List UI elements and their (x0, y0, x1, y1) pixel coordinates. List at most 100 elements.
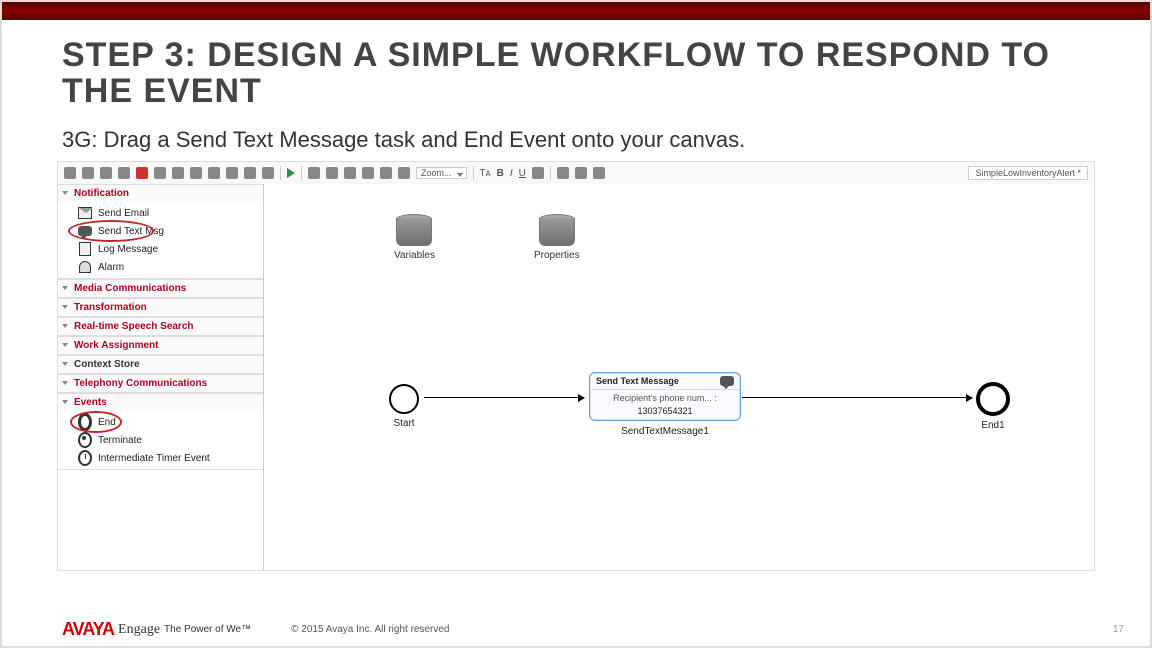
database-icon (539, 214, 575, 246)
node-label: End1 (976, 420, 1010, 431)
palette-sidebar: Notification Send Email Send Text Msg Lo… (58, 184, 264, 570)
palette-group-events: Events End Terminate Intermediate Timer … (58, 393, 263, 470)
bell-icon (78, 260, 92, 274)
palette-group-work: Work Assignment (58, 336, 263, 355)
task-node-label: SendTextMessage1 (590, 420, 740, 437)
toolbar-icon-9[interactable] (208, 167, 220, 179)
canvas-properties-ds[interactable]: Properties (534, 214, 580, 261)
palette-group-media: Media Communications (58, 279, 263, 298)
task-field-label: Recipient's phone num... : (590, 390, 740, 406)
palette-item-end[interactable]: End (58, 413, 263, 431)
palette-group-telephony: Telephony Communications (58, 374, 263, 393)
toolbar-separator-2 (301, 166, 302, 180)
palette-item-label: Send Email (98, 208, 149, 219)
palette-item-label: Log Message (98, 244, 158, 255)
border-icon[interactable] (575, 167, 587, 179)
palette-group-speech: Real-time Speech Search (58, 317, 263, 336)
slide-top-accent (2, 2, 1150, 20)
palette-item-alarm[interactable]: Alarm (58, 258, 263, 276)
palette-item-terminate[interactable]: Terminate (58, 431, 263, 449)
palette-item-label: Terminate (98, 435, 142, 446)
toolbar-icon-7[interactable] (172, 167, 184, 179)
tagline: The Power of We™ (164, 624, 251, 635)
palette-item-timer[interactable]: Intermediate Timer Event (58, 449, 263, 467)
underline-button[interactable]: U (519, 168, 526, 179)
slide-header: STEP 3: DESIGN A SIMPLE WORKFLOW TO RESP… (2, 20, 1150, 153)
palette-group-header[interactable]: Real-time Speech Search (58, 317, 263, 335)
workflow-designer-app: Zoom... Tᴀ B I U SimpleLowInventoryAlert… (57, 161, 1095, 571)
palette-group-header[interactable]: Transformation (58, 298, 263, 316)
datasource-label: Properties (534, 250, 580, 261)
palette-group-header[interactable]: Notification (58, 184, 263, 202)
toolbar-icon-10[interactable] (226, 167, 238, 179)
workflow-canvas[interactable]: Variables Properties Start Send Text Mes… (264, 184, 1094, 570)
palette-item-label: Intermediate Timer Event (98, 453, 210, 464)
toolbar-icon-stop[interactable] (136, 167, 148, 179)
slide: STEP 3: DESIGN A SIMPLE WORKFLOW TO RESP… (0, 0, 1152, 648)
palette-item-label: End (98, 417, 116, 428)
palette-group-context: Context Store (58, 355, 263, 374)
end-node[interactable]: End1 (976, 382, 1010, 431)
palette-group-header[interactable]: Telephony Communications (58, 374, 263, 392)
paste-icon[interactable] (344, 167, 356, 179)
fill-icon[interactable] (557, 167, 569, 179)
send-text-message-task[interactable]: Send Text Message Recipient's phone num.… (589, 372, 741, 421)
zoom-dropdown[interactable]: Zoom... (416, 167, 467, 179)
toolbar-icon-3[interactable] (100, 167, 112, 179)
engage-logo: Engage (118, 622, 160, 638)
delete-icon[interactable] (362, 167, 374, 179)
palette-item-send-email[interactable]: Send Email (58, 204, 263, 222)
palette-group-header[interactable]: Context Store (58, 355, 263, 373)
palette-item-label: Send Text Msg (98, 226, 164, 237)
chat-icon (78, 224, 92, 238)
run-icon[interactable] (287, 168, 295, 178)
palette-group-notification: Notification Send Email Send Text Msg Lo… (58, 184, 263, 279)
palette-group-transformation: Transformation (58, 298, 263, 317)
canvas-variables-ds[interactable]: Variables (394, 214, 435, 261)
align-icon[interactable] (532, 167, 544, 179)
designer-toolbar: Zoom... Tᴀ B I U SimpleLowInventoryAlert… (58, 162, 1094, 185)
font-size-control[interactable]: Tᴀ (480, 168, 491, 179)
undo-icon[interactable] (380, 167, 392, 179)
bold-button[interactable]: B (497, 168, 504, 179)
start-event-icon (389, 384, 419, 414)
datasource-label: Variables (394, 250, 435, 261)
palette-item-label: Alarm (98, 262, 124, 273)
toolbar-separator-3 (473, 166, 474, 180)
task-header: Send Text Message (590, 373, 740, 390)
timer-event-icon (78, 451, 92, 465)
task-title: Send Text Message (596, 376, 679, 386)
clipboard-icon (78, 242, 92, 256)
redo-icon[interactable] (398, 167, 410, 179)
toolbar-icon-4[interactable] (118, 167, 130, 179)
node-label: Start (389, 418, 419, 429)
toolbar-icon-11[interactable] (244, 167, 256, 179)
cut-icon[interactable] (308, 167, 320, 179)
chat-icon (720, 376, 734, 386)
toolbar-icon-1[interactable] (64, 167, 76, 179)
toolbar-icon-2[interactable] (82, 167, 94, 179)
end-event-icon (78, 415, 92, 429)
toolbar-separator-1 (280, 166, 281, 180)
copy-icon[interactable] (326, 167, 338, 179)
italic-button[interactable]: I (510, 168, 513, 179)
slide-footer: AVAYA Engage The Power of We™ © 2015 Ava… (62, 619, 1124, 640)
palette-group-header[interactable]: Media Communications (58, 279, 263, 297)
toolbar-icon-6[interactable] (154, 167, 166, 179)
toolbar-icon-8[interactable] (190, 167, 202, 179)
palette-group-header[interactable]: Work Assignment (58, 336, 263, 354)
start-node[interactable]: Start (389, 384, 419, 429)
palette-item-send-text-msg[interactable]: Send Text Msg (58, 222, 263, 240)
toolbar-icon-12[interactable] (262, 167, 274, 179)
database-icon (396, 214, 432, 246)
flow-arrow-1[interactable] (424, 397, 584, 398)
palette-item-log-message[interactable]: Log Message (58, 240, 263, 258)
envelope-icon (78, 206, 92, 220)
slide-subtitle: 3G: Drag a Send Text Message task and En… (62, 127, 1090, 153)
file-tab[interactable]: SimpleLowInventoryAlert * (968, 166, 1088, 180)
flow-arrow-2[interactable] (742, 397, 972, 398)
page-number: 17 (1113, 624, 1124, 635)
layout-icon[interactable] (593, 167, 605, 179)
task-field-value[interactable]: 13037654321 (590, 406, 740, 420)
palette-group-header[interactable]: Events (58, 393, 263, 411)
